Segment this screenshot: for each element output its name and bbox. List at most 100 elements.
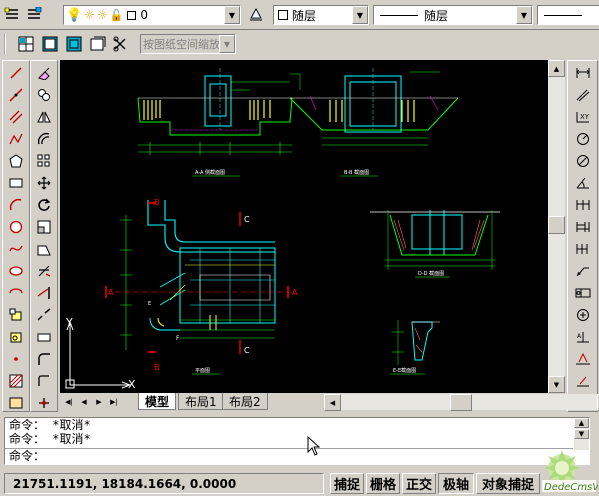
offset-icon[interactable] xyxy=(33,128,55,149)
command-input[interactable]: 命令： xyxy=(5,448,573,464)
extend-icon[interactable] xyxy=(33,282,55,303)
scale-icon[interactable] xyxy=(33,216,55,237)
scroll-left-icon[interactable]: ◀ xyxy=(324,394,341,411)
tab-model[interactable]: 模型 xyxy=(138,393,177,410)
chamfer-icon[interactable] xyxy=(33,326,55,347)
linetype-dropdown[interactable]: 随层 ▼ xyxy=(373,5,533,25)
mouse-cursor-icon xyxy=(307,435,321,459)
copy-icon[interactable] xyxy=(33,84,55,105)
arc-icon[interactable] xyxy=(5,194,27,215)
hatch-icon[interactable] xyxy=(5,370,27,391)
mirror-icon[interactable] xyxy=(33,106,55,127)
line-icon[interactable] xyxy=(5,62,27,83)
stretch-icon[interactable] xyxy=(33,238,55,259)
layer-states-icon[interactable] xyxy=(24,4,44,24)
array-icon[interactable] xyxy=(33,150,55,171)
drawing-area[interactable]: A-A 侧截面图 B-B 截面图 D-D 截面图 A A B B C C E F… xyxy=(60,60,548,393)
spline-icon[interactable] xyxy=(5,238,27,259)
color-dropdown[interactable]: 随层 ▼ xyxy=(273,5,369,25)
make-object-layer-current-icon[interactable] xyxy=(246,4,266,24)
linear-dimension-icon[interactable] xyxy=(571,62,595,83)
single-viewport-icon[interactable] xyxy=(40,34,60,54)
vertical-scrollbar[interactable]: ▲ ▼ xyxy=(548,60,565,393)
chevron-down-icon[interactable]: ▼ xyxy=(219,35,235,53)
polygonal-viewport-icon[interactable] xyxy=(64,34,84,54)
lineweight-dropdown[interactable]: 随层 xyxy=(537,5,599,25)
explode-icon[interactable] xyxy=(33,370,55,391)
layer-dropdown[interactable]: 💡 ☼ ☼ 🔓 0 ▼ xyxy=(63,5,241,25)
linetype-value: 随层 xyxy=(424,8,449,23)
circle-icon[interactable] xyxy=(5,216,27,237)
region-icon[interactable] xyxy=(5,392,27,413)
dimension-edit-icon[interactable]: A xyxy=(571,326,595,347)
point-icon[interactable] xyxy=(5,348,27,369)
polyline-icon[interactable] xyxy=(5,128,27,149)
baseline-dimension-icon[interactable] xyxy=(571,216,595,237)
viewport-scale-dropdown[interactable]: 按图纸空间缩放 ▼ xyxy=(140,34,236,54)
dimension-update-icon[interactable] xyxy=(571,370,595,391)
layer-manager-icon[interactable] xyxy=(2,4,22,24)
tab-layout1[interactable]: 布局1 xyxy=(178,393,224,410)
object-snap-toggle[interactable]: 对象捕捉 xyxy=(476,473,540,494)
ordinate-dimension-icon[interactable]: XY xyxy=(571,106,595,127)
coordinate-readout: 21751.1191, 18184.1664, 0.0000 xyxy=(4,473,324,494)
layer-name: 0 xyxy=(140,8,149,22)
tolerance-icon[interactable] xyxy=(571,282,595,303)
break-icon[interactable] xyxy=(33,304,55,325)
dimension-text-edit-icon[interactable] xyxy=(571,348,595,369)
tab-first-icon[interactable]: ◀| xyxy=(62,395,76,409)
tab-next-icon[interactable]: ▶ xyxy=(92,395,106,409)
scroll-up-icon[interactable]: ▲ xyxy=(574,418,589,428)
clip-viewport-icon[interactable] xyxy=(111,34,131,54)
quick-leader-icon[interactable] xyxy=(571,260,595,281)
chevron-down-icon[interactable]: ▼ xyxy=(352,6,368,24)
quick-dimension-icon[interactable] xyxy=(571,194,595,215)
svg-text:A: A xyxy=(577,333,582,340)
chevron-down-icon[interactable]: ▼ xyxy=(516,6,532,24)
scroll-thumb[interactable] xyxy=(548,216,565,234)
rotate-icon[interactable] xyxy=(33,194,55,215)
convert-object-viewport-icon[interactable] xyxy=(88,34,108,54)
center-mark-icon[interactable] xyxy=(571,304,595,325)
toolbar-grip[interactable] xyxy=(4,34,10,54)
fillet-icon[interactable] xyxy=(33,348,55,369)
tab-last-icon[interactable]: ▶| xyxy=(107,395,121,409)
diameter-dimension-icon[interactable] xyxy=(571,150,595,171)
insert-block-icon[interactable] xyxy=(5,304,27,325)
construction-line-icon[interactable] xyxy=(5,84,27,105)
ellipse-arc-icon[interactable] xyxy=(5,282,27,303)
radius-dimension-icon[interactable] xyxy=(571,128,595,149)
properties-icon[interactable] xyxy=(33,392,55,413)
trim-icon[interactable] xyxy=(33,260,55,281)
section-aa-drawing: A-A 侧截面图 xyxy=(137,68,301,177)
continue-dimension-icon[interactable] xyxy=(571,238,595,259)
section-letter-a-left: A xyxy=(108,288,114,297)
viewports-dialog-icon[interactable] xyxy=(16,34,36,54)
lightbulb-icon: 💡 xyxy=(66,7,83,23)
section-letter-b-bottom: B xyxy=(154,363,160,372)
scroll-down-icon[interactable]: ▼ xyxy=(574,429,589,439)
grid-toggle[interactable]: 栅格 xyxy=(366,473,400,494)
rectangle-icon[interactable] xyxy=(5,172,27,193)
dimension-toolbar: XY A xyxy=(567,60,598,412)
ellipse-icon[interactable] xyxy=(5,260,27,281)
polygon-icon[interactable] xyxy=(5,150,27,171)
tab-layout2[interactable]: 布局2 xyxy=(222,393,268,410)
erase-icon[interactable] xyxy=(33,62,55,83)
polar-toggle[interactable]: 极轴 xyxy=(438,473,474,494)
command-window[interactable]: 命令： *取消* 命令： *取消* 命令： ▲ ▼ xyxy=(4,417,590,465)
multiline-icon[interactable] xyxy=(5,106,27,127)
scroll-down-icon[interactable]: ▼ xyxy=(548,376,565,393)
make-block-icon[interactable] xyxy=(5,326,27,347)
horizontal-scrollbar[interactable]: ◀ ▶ xyxy=(324,394,599,411)
snap-toggle[interactable]: 捕捉 xyxy=(330,473,364,494)
move-icon[interactable] xyxy=(33,172,55,193)
ortho-toggle[interactable]: 正交 xyxy=(402,473,436,494)
horizontal-scroll-thumb[interactable] xyxy=(450,394,472,411)
tab-prev-icon[interactable]: ◀ xyxy=(77,395,91,409)
scroll-up-icon[interactable]: ▲ xyxy=(548,60,565,77)
cad-window: 💡 ☼ ☼ 🔓 0 ▼ 随层 ▼ 随层 ▼ 随层 xyxy=(0,0,599,496)
angular-dimension-icon[interactable] xyxy=(571,172,595,193)
chevron-down-icon[interactable]: ▼ xyxy=(224,6,240,24)
aligned-dimension-icon[interactable] xyxy=(571,84,595,105)
